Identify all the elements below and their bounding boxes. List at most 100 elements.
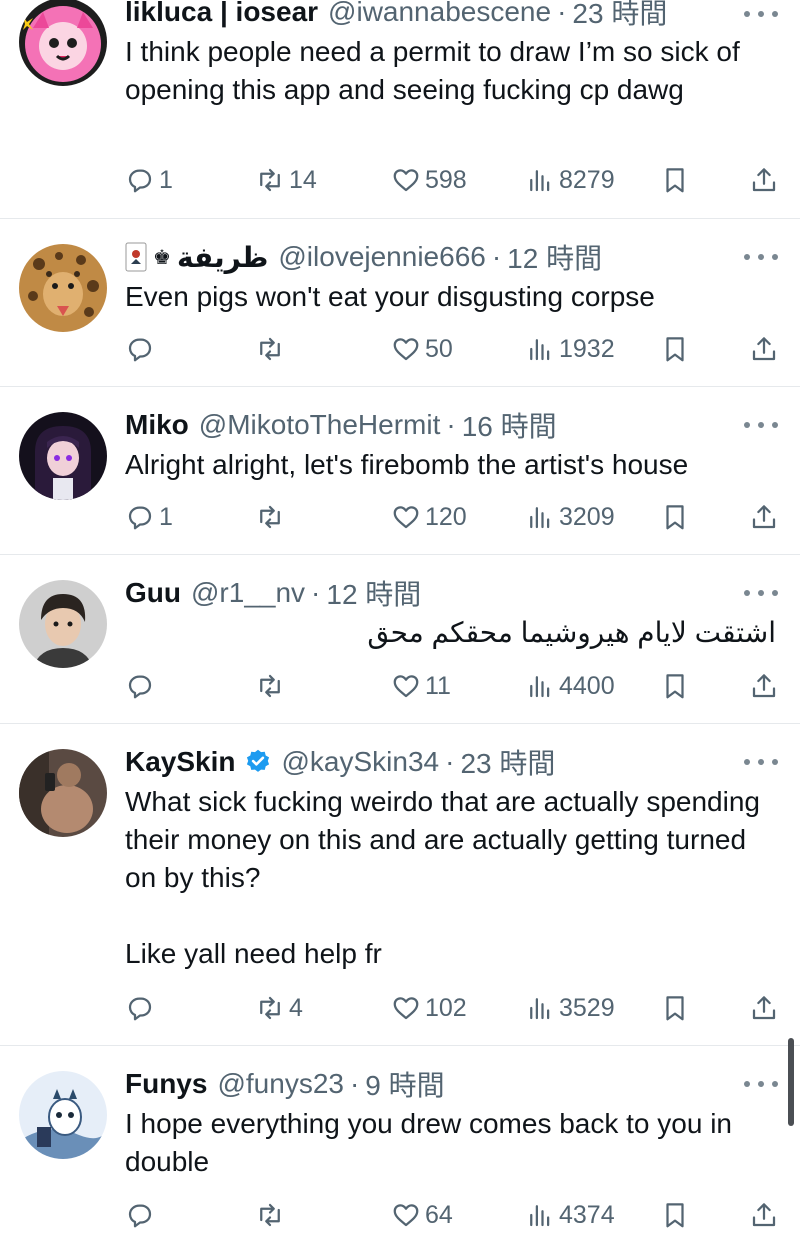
like-count: 120 xyxy=(425,502,467,531)
post-text: I hope everything you drew comes back to… xyxy=(125,1108,740,1177)
post-time[interactable]: 23 時間 xyxy=(460,742,555,782)
post-time[interactable]: 16 時間 xyxy=(462,405,557,445)
share-icon xyxy=(752,505,776,529)
post-time[interactable]: 23 時間 xyxy=(572,0,667,32)
share-button[interactable] xyxy=(749,331,779,367)
reply-post[interactable]: likluca | iosear @iwannabescene · 23 時間 … xyxy=(0,0,800,219)
user-handle[interactable]: @r1__nv xyxy=(191,577,305,609)
reply-icon xyxy=(128,1204,152,1228)
repost-button[interactable]: 14 xyxy=(255,162,317,198)
post-time[interactable]: 12 時間 xyxy=(326,573,421,613)
separator-dot: · xyxy=(311,577,321,608)
reply-post[interactable]: Funys @funys23 · 9 時間 I hope everything … xyxy=(0,1046,800,1242)
reply-post[interactable]: Miko @MikotoTheHermit · 16 時間 Alright al… xyxy=(0,387,800,555)
user-handle[interactable]: @iwannabescene xyxy=(328,0,551,28)
reply-post[interactable]: KaySkin @kaySkin34 · 23 時間 What sick fuc… xyxy=(0,724,800,1046)
avatar[interactable] xyxy=(19,580,107,668)
post-time[interactable]: 9 時間 xyxy=(365,1064,444,1104)
repost-button[interactable] xyxy=(255,331,289,367)
reply-icon xyxy=(128,997,152,1021)
post-actions: 11 4400 xyxy=(125,668,785,704)
avatar[interactable] xyxy=(19,0,107,86)
bookmark-button[interactable] xyxy=(660,499,690,535)
joker-card-icon xyxy=(125,242,147,272)
like-button[interactable]: 64 xyxy=(391,1197,453,1233)
user-handle[interactable]: @ilovejennie666 xyxy=(278,241,485,273)
reply-button[interactable] xyxy=(125,668,159,704)
heart-icon xyxy=(393,1204,419,1227)
view-count: 8279 xyxy=(559,165,615,194)
share-icon xyxy=(752,337,776,361)
separator-dot: · xyxy=(349,1068,360,1099)
reply-button[interactable] xyxy=(125,331,159,367)
repost-icon xyxy=(260,168,280,192)
view-count: 3209 xyxy=(559,502,615,531)
like-button[interactable]: 102 xyxy=(391,990,467,1026)
more-options-icon[interactable] xyxy=(744,1074,778,1094)
display-name[interactable]: likluca | iosear xyxy=(125,0,318,28)
scrollbar[interactable] xyxy=(788,1038,794,1126)
avatar-image-icon xyxy=(19,244,107,332)
user-handle[interactable]: @funys23 xyxy=(217,1068,344,1100)
post-time[interactable]: 12 時間 xyxy=(507,237,602,277)
bookmark-button[interactable] xyxy=(660,990,690,1026)
reply-button[interactable] xyxy=(125,990,159,1026)
reply-post[interactable]: ♚ ظريفة @ilovejennie666 · 12 時間 Even pig… xyxy=(0,219,800,387)
views-icon xyxy=(530,507,550,529)
bookmark-icon xyxy=(666,505,684,530)
more-options-icon[interactable] xyxy=(744,583,778,603)
avatar[interactable] xyxy=(19,749,107,837)
bookmark-button[interactable] xyxy=(660,668,690,704)
views-button[interactable]: 8279 xyxy=(525,162,615,198)
reply-button[interactable]: 1 xyxy=(125,499,173,535)
views-button[interactable]: 3209 xyxy=(525,499,615,535)
views-button[interactable]: 4374 xyxy=(525,1197,615,1233)
bookmark-button[interactable] xyxy=(660,162,690,198)
repost-button[interactable]: 4 xyxy=(255,990,303,1026)
post-header: Miko @MikotoTheHermit · 16 時間 xyxy=(125,407,790,443)
user-handle[interactable]: @MikotoTheHermit xyxy=(199,409,441,441)
repost-button[interactable] xyxy=(255,1197,289,1233)
share-button[interactable] xyxy=(749,162,779,198)
more-options-icon[interactable] xyxy=(744,4,778,24)
heart-icon xyxy=(393,169,419,192)
like-button[interactable]: 120 xyxy=(391,499,467,535)
like-button[interactable]: 50 xyxy=(391,331,453,367)
display-name[interactable]: Miko xyxy=(125,409,189,441)
user-handle[interactable]: @kaySkin34 xyxy=(282,746,440,778)
share-button[interactable] xyxy=(749,1197,779,1233)
display-name[interactable]: Guu xyxy=(125,577,181,609)
avatar[interactable] xyxy=(19,412,107,500)
avatar[interactable] xyxy=(19,1071,107,1159)
repost-button[interactable] xyxy=(255,668,289,704)
like-button[interactable]: 598 xyxy=(391,162,467,198)
views-button[interactable]: 4400 xyxy=(525,668,615,704)
more-options-icon[interactable] xyxy=(744,752,778,772)
share-button[interactable] xyxy=(749,668,779,704)
share-icon xyxy=(752,996,776,1020)
repost-icon xyxy=(260,505,280,529)
display-name[interactable]: KaySkin xyxy=(125,746,236,778)
views-icon xyxy=(530,339,550,361)
more-options-icon[interactable] xyxy=(744,247,778,267)
post-header: Funys @funys23 · 9 時間 xyxy=(125,1066,790,1102)
reply-post[interactable]: Guu @r1__nv · 12 時間 اشتقت لايام هيروشيما… xyxy=(0,555,800,724)
like-button[interactable]: 11 xyxy=(391,668,451,704)
reply-button[interactable] xyxy=(125,1197,159,1233)
more-options-icon[interactable] xyxy=(744,415,778,435)
repost-icon xyxy=(260,996,280,1020)
reply-button[interactable]: 1 xyxy=(125,162,173,198)
view-count: 3529 xyxy=(559,993,615,1022)
bookmark-button[interactable] xyxy=(660,1197,690,1233)
views-button[interactable]: 1932 xyxy=(525,331,615,367)
display-name[interactable]: Funys xyxy=(125,1068,207,1100)
repost-button[interactable] xyxy=(255,499,289,535)
display-name[interactable]: ظريفة xyxy=(177,241,268,274)
share-icon xyxy=(752,674,776,698)
share-button[interactable] xyxy=(749,499,779,535)
views-button[interactable]: 3529 xyxy=(525,990,615,1026)
share-button[interactable] xyxy=(749,990,779,1026)
reply-icon xyxy=(128,338,152,362)
avatar[interactable] xyxy=(19,244,107,332)
bookmark-button[interactable] xyxy=(660,331,690,367)
